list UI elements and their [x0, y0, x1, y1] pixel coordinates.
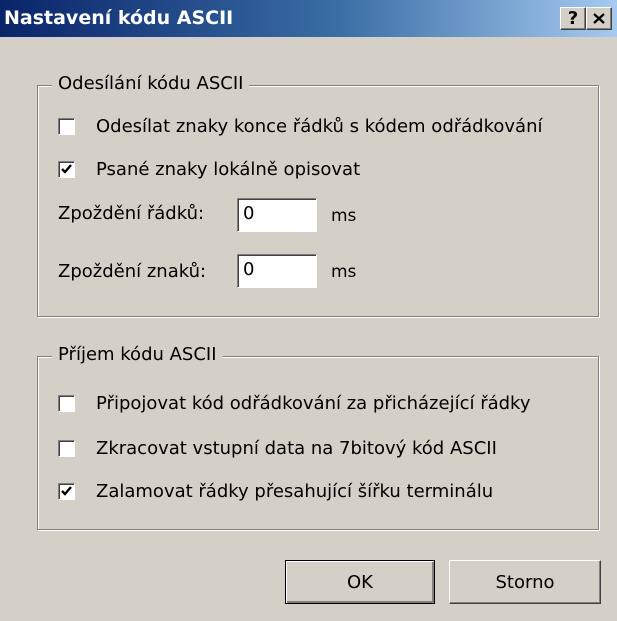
checkbox-label: Zalamovat řádky přesahující šířku termin… [96, 481, 494, 502]
send-group-legend: Odesílání kódu ASCII [52, 73, 250, 94]
cancel-button[interactable]: Storno [449, 560, 601, 604]
checkbox-label: Psané znaky lokálně opisovat [96, 159, 361, 180]
checkbox-box[interactable] [58, 483, 75, 500]
ok-button[interactable]: OK [285, 560, 435, 604]
checkbox-box[interactable] [58, 440, 75, 457]
char-delay-input[interactable]: 0 [237, 254, 317, 288]
checkbox-box[interactable] [58, 118, 75, 135]
checkbox-force-7bit[interactable]: Zkracovat vstupní data na 7bitový kód AS… [58, 438, 497, 459]
ascii-setup-dialog: Nastavení kódu ASCII ? Odesílání kódu AS… [0, 0, 617, 621]
checkbox-append-linefeed[interactable]: Připojovat kód odřádkování za přicházejí… [58, 393, 531, 414]
receive-group-legend: Příjem kódu ASCII [52, 344, 223, 365]
checkbox-box[interactable] [58, 395, 75, 412]
checkbox-send-eol-linefeed[interactable]: Odesílat znaky konce řádků s kódem odřád… [58, 116, 542, 137]
char-delay-unit: ms [331, 262, 357, 282]
checkbox-label: Zkracovat vstupní data na 7bitový kód AS… [96, 438, 497, 459]
checkbox-local-echo[interactable]: Psané znaky lokálně opisovat [58, 159, 360, 180]
checkbox-label: Připojovat kód odřádkování za přicházejí… [96, 393, 531, 414]
receive-groupbox: Příjem kódu ASCII Připojovat kód odřádko… [37, 344, 599, 530]
line-delay-unit: ms [331, 206, 357, 226]
line-delay-input[interactable]: 0 [237, 198, 317, 232]
dialog-title: Nastavení kódu ASCII [4, 7, 234, 29]
help-button[interactable]: ? [560, 7, 586, 30]
checkbox-wrap-lines[interactable]: Zalamovat řádky přesahující šířku termin… [58, 481, 493, 502]
title-bar[interactable]: Nastavení kódu ASCII ? [0, 0, 617, 37]
checkmark-icon [61, 486, 72, 496]
close-button[interactable] [586, 7, 612, 30]
char-delay-label: Zpoždění znaků: [58, 261, 207, 282]
send-groupbox: Odesílání kódu ASCII Odesílat znaky konc… [37, 73, 599, 317]
line-delay-label: Zpoždění řádků: [58, 203, 205, 224]
checkmark-icon [61, 164, 72, 174]
checkbox-label: Odesílat znaky konce řádků s kódem odřád… [96, 116, 543, 137]
close-icon [593, 13, 605, 24]
checkbox-box[interactable] [58, 161, 75, 178]
